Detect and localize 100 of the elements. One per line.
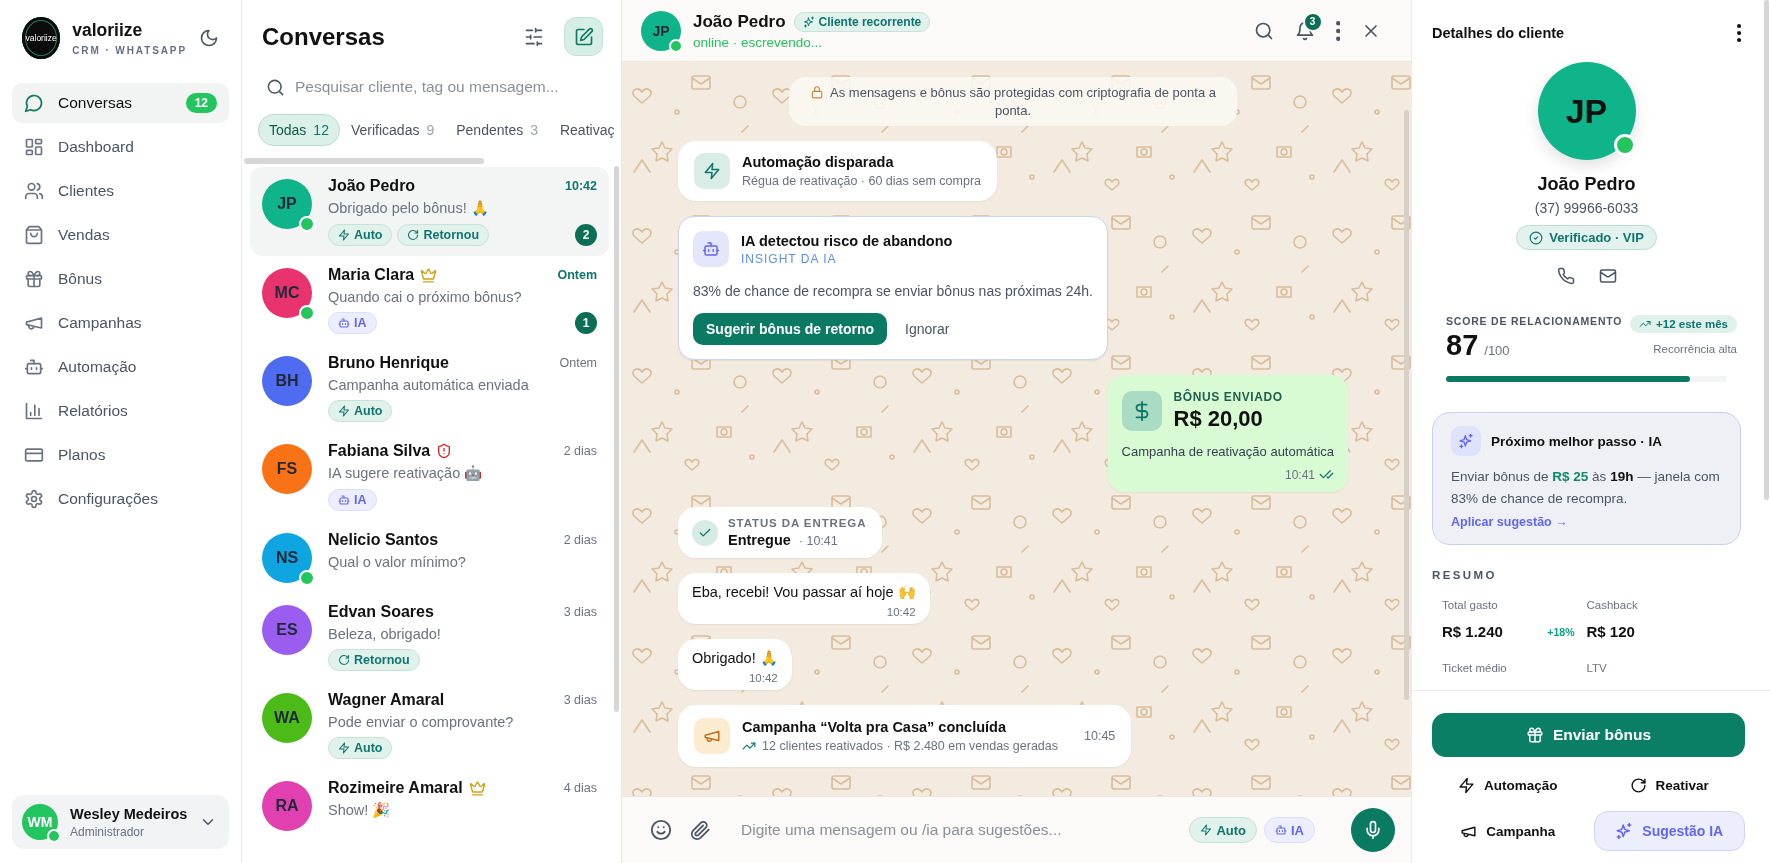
tag: Auto [328,737,393,759]
avatar: MC [262,268,312,318]
nav-item[interactable]: Configurações [12,479,229,519]
ignore-button[interactable]: Ignorar [905,313,950,346]
client-avatar: JP [1537,62,1636,160]
send-bonus-button[interactable]: Enviar bônus [1432,713,1745,757]
customer-tag: Cliente recorrente [793,11,931,32]
scrollbar[interactable] [614,166,619,712]
status-time: · 10:41 [798,534,838,549]
lightning-icon [703,162,721,181]
insight-text: 83% de chance de recompra se enviar bônus nas próximas 24h. [693,283,1093,300]
conversation-item[interactable]: WA Wagner Amaral 3 dias Pode enviar o comprovante? Auto [250,681,609,769]
gift-icon [1525,726,1544,744]
brand-name: valoriize [72,20,144,41]
nav-item[interactable]: Automação [12,347,229,387]
tag: IA [328,312,377,334]
shopping-bag-icon [24,225,44,245]
message-preview: IA sugere reativação 🤖 [328,465,484,482]
verified-badge: Verificado · VIP [1516,225,1657,250]
trend-badge: +12 este mês [1630,315,1737,333]
action-button[interactable]: Automação [1432,765,1584,805]
more-icon [1335,20,1340,41]
suggest-button[interactable]: Sugerir bônus de retorno [693,313,887,346]
notice-text: As mensagens e bônus são protegidas com criptografia de ponta a ponta. [830,85,1216,118]
lightning-icon [338,742,350,754]
stat-change: +18% [1547,625,1575,638]
refresh-icon [1629,776,1647,794]
more-icon [1736,24,1741,42]
scrollbar[interactable] [244,158,484,164]
nav-item[interactable]: Clientes [12,171,229,211]
mic-button[interactable] [1351,808,1395,852]
nav-item[interactable]: Vendas [12,215,229,255]
notification-badge: 3 [1302,11,1323,32]
filter-tab[interactable]: Verificadas 9 [339,114,446,146]
message-field[interactable]: Digite uma mensagem ou /ia para sugestões... [741,821,1172,839]
message-text: Obrigado! 🙏 [692,650,778,668]
conversation-item[interactable]: FS Fabiana Silva 2 dias IA sugere reativação 🤖 IA [250,432,609,521]
next-step-title: Próximo melhor passo · IA [1491,433,1663,449]
tag: Auto [328,400,393,422]
conversation-item[interactable]: RA Rozimeire Amaral 4 dias Show! 🎉 [250,769,609,841]
contact-name: Fabiana Silva [328,442,431,460]
message-preview: Quando cai o próximo bônus? [328,289,523,305]
new-chat-button[interactable] [564,17,603,56]
moon-icon [199,28,219,48]
score-max: /100 [1484,343,1510,358]
sparkle-icon [1458,433,1474,449]
campaign-subtitle: 12 clientes reativados · R$ 2.480 em vendas geradas [762,739,1058,754]
lightning-icon [338,405,350,417]
conversation-item[interactable]: MC Maria Clara Ontem Quando cai o próximo bônus? IA 1 [250,256,609,344]
action-button[interactable]: Reativar [1593,765,1745,805]
refresh-icon [407,229,420,241]
robot-icon [338,494,350,506]
sparkle-icon [1615,822,1634,840]
action-button[interactable]: Campanha [1432,811,1584,851]
chat-bubble-icon [24,93,44,113]
message-time: 2 dias [563,533,597,547]
settings-icon [24,489,44,509]
filter-tab[interactable]: Reativaç [548,114,616,146]
ai-suggestion-button[interactable]: Sugestão IA [1593,811,1745,851]
conversation-item[interactable]: NS Nelicio Santos 2 dias Qual o valor mínimo? [250,521,609,593]
robot-icon [702,240,720,259]
conversation-item[interactable]: JP João Pedro 10:42 Obrigado pelo bônus! 🙏 Auto Retornou 2 [250,167,609,256]
message-time: 10:42 [886,606,916,619]
brand-subtitle: CRM · WHATSAPP [72,45,187,56]
lightning-icon [1200,824,1213,836]
contact-name: João Pedro [693,11,786,32]
bar-chart-icon [24,401,44,421]
nav-item[interactable]: Bônus [12,259,229,299]
stat-value: R$ 120 [1586,623,1635,641]
scrollbar[interactable] [1404,110,1409,700]
conversation-item[interactable]: ES Edvan Soares 3 dias Beleza, obrigado! Retornou [250,593,609,681]
nav-item[interactable]: Dashboard [12,127,229,167]
message-time: 10:41 [1284,467,1315,482]
score-note: Recorrência alta [1652,343,1737,355]
tag: Auto [328,224,393,246]
status-label: STATUS DA ENTREGA [728,517,867,530]
conversation-item[interactable]: BH Bruno Henrique Ontem Campanha automática enviada Auto [250,344,609,432]
unread-count: 1 [575,312,597,334]
nav-item[interactable]: Conversas 12 [12,83,229,123]
nav-item[interactable]: Relatórios [12,391,229,431]
count-badge: 12 [185,93,217,113]
user-card[interactable]: WM Wesley Medeiros Administrador [12,795,229,849]
message-text: Eba, recebi! Vou passar aí hoje 🙌 [692,584,916,602]
message-time: 3 dias [563,605,597,619]
contact-name: Nelicio Santos [328,531,439,549]
filter-tab[interactable]: Todas 12 [258,114,340,146]
scrollbar[interactable] [1764,0,1769,500]
nav-item[interactable]: Planos [12,435,229,475]
search-field[interactable]: Pesquisar cliente, tag ou mensagem... [295,78,601,96]
message-preview: Pode enviar o comprovante? [328,714,515,730]
user-avatar: WM [22,804,58,840]
apply-link[interactable]: Aplicar sugestão → [1451,515,1568,530]
user-role: Administrador [70,824,146,839]
message-time: 2 dias [563,444,597,458]
contact-name: Rozimeire Amaral [328,779,463,797]
filter-tab[interactable]: Pendentes 3 [445,114,549,146]
stat-label: LTV [1586,662,1608,675]
message-time: 10:45 [1084,729,1116,744]
nav-item[interactable]: Campanhas [12,303,229,343]
stat-value: R$ 1.240 [1442,623,1503,641]
